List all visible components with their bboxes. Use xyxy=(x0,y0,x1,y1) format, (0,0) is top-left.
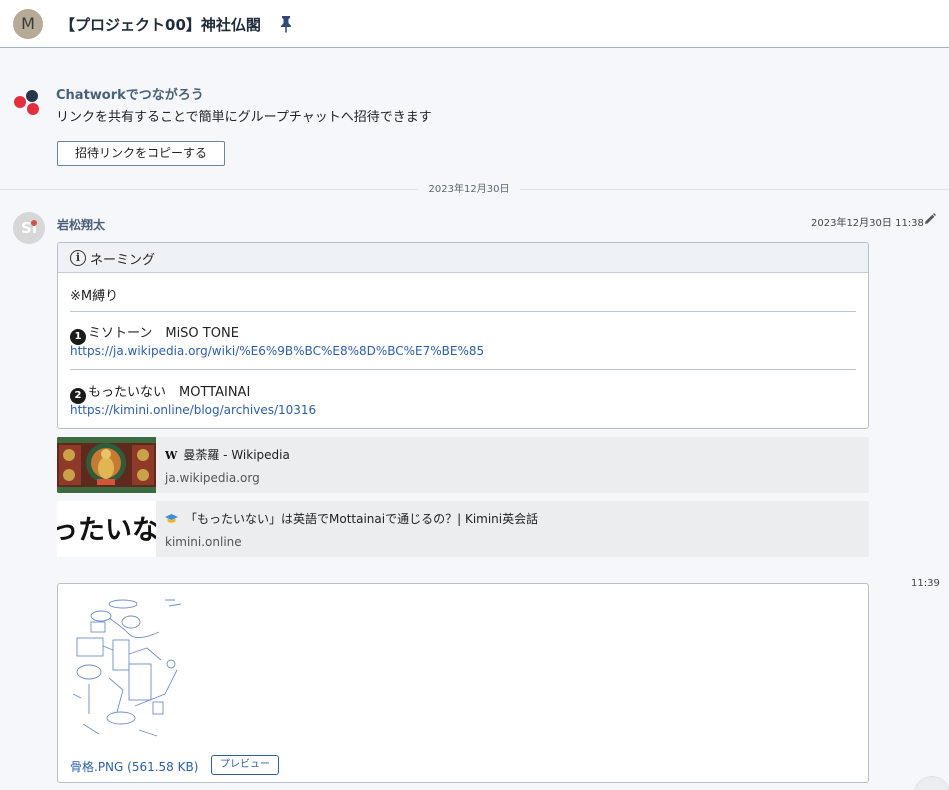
pencil-icon[interactable] xyxy=(924,213,936,225)
entry-link-2[interactable]: https://kimini.online/blog/archives/1031… xyxy=(70,403,316,417)
message-timestamp: 2023年12月30日 11:38 xyxy=(811,218,924,229)
invite-description: リンクを共有することで簡単にグループチャットへ招待できます xyxy=(56,110,432,125)
avatar[interactable]: Si xyxy=(13,212,45,244)
chatwork-logo-icon xyxy=(14,90,39,115)
wikipedia-icon: W xyxy=(165,449,178,462)
date-divider-label: 2023年12月30日 xyxy=(418,182,520,198)
preview-title-text: 「もったいない」は英語でMottainaiで通じるの？| Kimini英会話 xyxy=(185,512,539,526)
number-badge: 1 xyxy=(70,329,86,345)
link-preview-wikipedia[interactable]: W 曼荼羅 - Wikipedia ja.wikipedia.org xyxy=(57,437,869,493)
copy-invite-link-button[interactable]: 招待リンクをコピーする xyxy=(57,141,225,166)
room-title: 【プロジェクト00】神社仏閣 xyxy=(60,16,261,34)
scroll-down-button[interactable] xyxy=(914,776,949,790)
info-block: i ネーミング ※M縛り 1 ミソトーン MiSO TONE https://ja… xyxy=(57,242,869,429)
kimini-icon xyxy=(165,514,178,523)
info-note: ※M縛り xyxy=(70,289,119,304)
divider xyxy=(70,369,856,370)
avatar-dot xyxy=(31,220,37,226)
preview-title: W 曼荼羅 - Wikipedia xyxy=(165,446,290,463)
room-header: M 【プロジェクト00】神社仏閣 xyxy=(0,0,949,48)
invite-title: Chatworkでつながろう xyxy=(56,88,204,103)
sketch-thumbnail[interactable] xyxy=(69,594,194,744)
preview-domain: ja.wikipedia.org xyxy=(165,471,260,485)
info-icon: i xyxy=(70,250,86,266)
link-preview-kimini[interactable]: ったいな 「もったいない」は英語でMottainaiで通じるの？| Kimini… xyxy=(57,501,869,557)
entry-title-1: 1 ミソトーン MiSO TONE xyxy=(70,322,239,345)
file-name-link[interactable]: 骨格.PNG (561.58 KB) xyxy=(70,758,198,775)
preview-domain: kimini.online xyxy=(165,535,242,549)
preview-title: 「もったいない」は英語でMottainaiで通じるの？| Kimini英会話 xyxy=(165,510,538,527)
preview-title-text: 曼荼羅 - Wikipedia xyxy=(183,448,290,462)
mottainai-thumbnail: ったいな xyxy=(57,501,156,557)
number-badge: 2 xyxy=(70,388,86,404)
entry-title-text: ミソトーン MiSO TONE xyxy=(88,326,239,341)
info-title: ネーミング xyxy=(90,253,156,268)
message-time: 11:39 xyxy=(911,578,940,589)
mandala-thumbnail xyxy=(57,437,156,493)
pin-icon[interactable] xyxy=(279,15,293,33)
sender-name[interactable]: 岩松翔太 xyxy=(57,216,105,233)
divider xyxy=(70,311,856,312)
info-header: i ネーミング xyxy=(58,243,868,273)
thumb-text: ったいな xyxy=(57,515,156,546)
entry-title-text: もったいない MOTTAINAI xyxy=(88,385,251,400)
entry-title-2: 2 もったいない MOTTAINAI xyxy=(70,381,250,404)
entry-link-1[interactable]: https://ja.wikipedia.org/wiki/%E6%9B%BC%… xyxy=(70,344,484,358)
file-attachment: 骨格.PNG (561.58 KB) プレビュー xyxy=(57,583,869,783)
room-icon[interactable]: M xyxy=(13,9,43,39)
preview-button[interactable]: プレビュー xyxy=(211,755,279,775)
